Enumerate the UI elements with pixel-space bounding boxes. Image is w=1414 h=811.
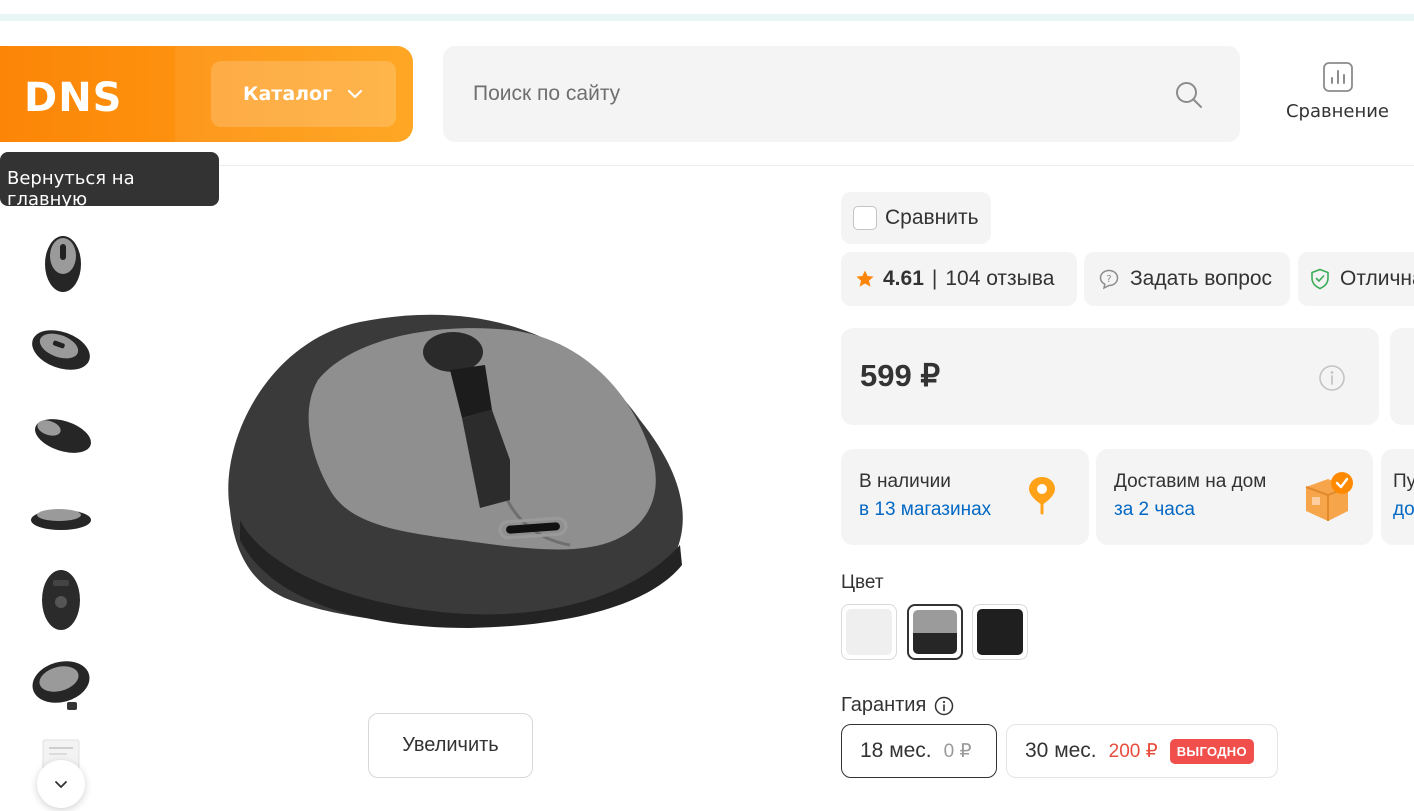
warranty-price: 0 ₽ [943, 740, 972, 762]
delivery-box-icon [1305, 472, 1353, 521]
quality-chip[interactable]: Отлична [1298, 252, 1414, 306]
price-block: 599 ₽ [841, 328, 1379, 425]
bar-chart-icon [1322, 62, 1353, 92]
color-swatch-black[interactable] [972, 604, 1028, 660]
mouse-thumb-image [32, 330, 90, 370]
chevron-down-icon [347, 89, 363, 99]
ask-question-chip[interactable]: ? Задать вопрос [1084, 252, 1290, 306]
site-header: DNS Каталог Сравнение [0, 21, 1414, 166]
stores-link[interactable]: в 13 магазинах [859, 499, 991, 521]
svg-text:?: ? [1106, 274, 1111, 285]
mouse-thumb-image [31, 509, 91, 530]
chevron-down-icon [55, 781, 67, 788]
availability-title: В наличии [859, 471, 951, 492]
pickup-link[interactable]: до [1393, 499, 1414, 521]
dns-logo[interactable]: DNS [24, 75, 146, 115]
quality-label: Отлична [1340, 267, 1414, 290]
search-bar [443, 46, 1240, 142]
compare-checkbox-chip[interactable]: Сравнить [841, 192, 991, 244]
compare-checkbox[interactable] [853, 206, 877, 230]
rating-value: 4.61 [883, 267, 924, 290]
color-label: Цвет [841, 572, 884, 593]
product-main-image[interactable] [210, 300, 700, 640]
delivery-title: Доставим на дом [1114, 471, 1267, 492]
reviews-count: 104 отзыва [945, 267, 1055, 290]
buy-block-partial [1390, 328, 1414, 425]
thumbnail[interactable] [25, 396, 97, 468]
compare-checkbox-label: Сравнить [885, 206, 979, 229]
thumbnail[interactable] [25, 564, 97, 636]
thumbnail[interactable] [25, 480, 97, 552]
catalog-label: Каталог [242, 83, 333, 105]
compare-nav-button[interactable]: Сравнение [1280, 61, 1395, 131]
top-strip [0, 14, 1414, 21]
question-bubble-icon: ? [1099, 269, 1119, 290]
warranty-term: 18 мес. [860, 739, 932, 762]
mouse-thumb-image [35, 419, 91, 453]
availability-delivery[interactable]: Доставим на дом за 2 часа [1096, 449, 1373, 545]
home-tooltip: Вернуться на главную [0, 152, 219, 210]
thumbnail[interactable] [25, 228, 97, 300]
info-icon[interactable] [934, 696, 954, 716]
warranty-label: Гарантия [841, 694, 954, 717]
price-value: 599 ₽ [860, 358, 941, 393]
delivery-link[interactable]: за 2 часа [1114, 499, 1195, 521]
warranty-label-text: Гарантия [841, 694, 927, 716]
zoom-button[interactable]: Увеличить [368, 713, 533, 778]
availability-pickup[interactable]: Пу до [1381, 449, 1414, 545]
mouse-thumb-image [32, 661, 90, 710]
thumbnail[interactable] [25, 648, 97, 720]
star-icon [856, 270, 874, 287]
warranty-option-30[interactable]: 30 мес. 200 ₽ ВЫГОДНО [1006, 724, 1278, 778]
compare-nav-label: Сравнение [1285, 101, 1390, 122]
rating-chip[interactable]: 4.61 | 104 отзыва [841, 252, 1077, 306]
color-swatch-gray[interactable] [907, 604, 963, 660]
profit-badge: ВЫГОДНО [1169, 738, 1254, 764]
brand-bar: DNS Каталог [0, 46, 413, 142]
search-input[interactable] [443, 46, 1143, 142]
mouse-thumb-image [45, 236, 81, 292]
thumbnails-scroll-down-button[interactable] [37, 760, 85, 808]
info-icon[interactable] [1318, 364, 1346, 392]
color-swatch-white[interactable] [841, 604, 897, 660]
warranty-option-18[interactable]: 18 мес. 0 ₽ [841, 724, 997, 778]
catalog-button[interactable]: Каталог [211, 61, 396, 127]
pickup-title: Пу [1393, 471, 1414, 492]
search-icon[interactable] [1174, 80, 1204, 110]
availability-stores[interactable]: В наличии в 13 магазинах [841, 449, 1089, 545]
swatch-fill [846, 609, 892, 655]
warranty-term: 30 мес. [1025, 739, 1097, 762]
mouse-thumb-image [42, 570, 80, 630]
map-pin-icon [1029, 477, 1055, 515]
svg-text:DNS: DNS [24, 75, 123, 115]
rating-separator: | [931, 267, 938, 290]
shield-check-icon [1311, 268, 1329, 290]
thumbnail[interactable] [25, 312, 97, 384]
swatch-fill [977, 609, 1023, 655]
swatch-fill [913, 610, 957, 654]
ask-question-label: Задать вопрос [1130, 267, 1273, 290]
warranty-price: 200 ₽ [1108, 740, 1158, 762]
